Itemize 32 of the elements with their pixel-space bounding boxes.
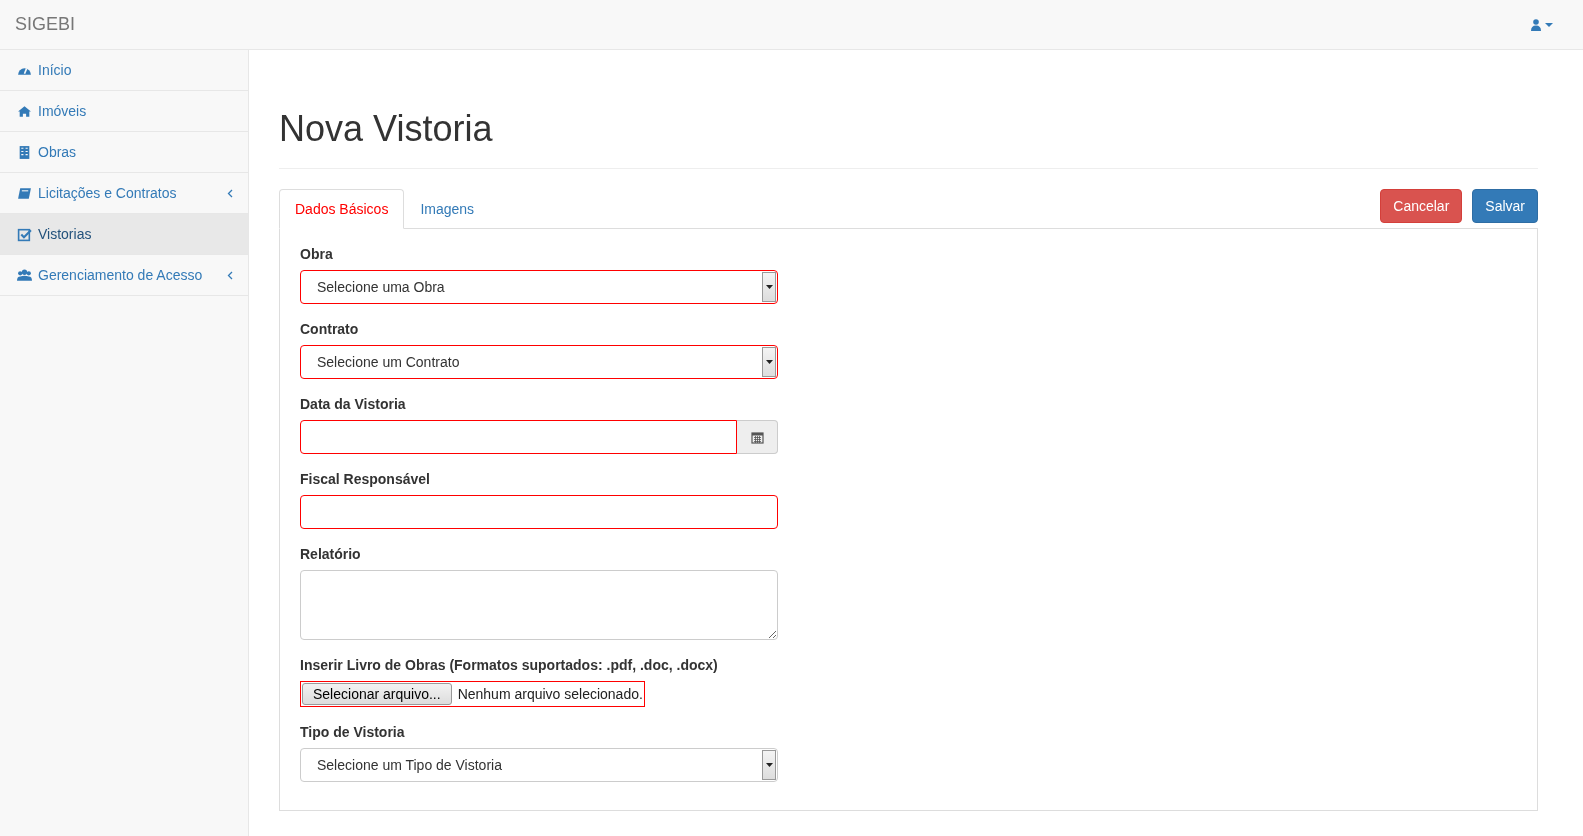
- book-icon: [17, 185, 32, 201]
- brand-name[interactable]: SIGEBI: [15, 14, 76, 35]
- calendar-icon: [750, 430, 764, 444]
- field-label: Obra: [300, 246, 334, 262]
- field-label: Data da Vistoria: [300, 396, 407, 412]
- sidebar-item[interactable]: Início: [0, 50, 248, 91]
- select-field[interactable]: Selecione um Tipo de Vistoria: [300, 748, 778, 782]
- field-label: Inserir Livro de Obras (Formatos suportados: .pdf, .doc, .docx): [300, 657, 719, 673]
- file-input-field[interactable]: Selecionar arquivo... Nenhum arquivo selecionado.: [300, 681, 645, 707]
- date-input-field[interactable]: [300, 420, 737, 454]
- field-label: Contrato: [300, 321, 360, 337]
- field-label: Relatório: [300, 546, 362, 562]
- sidebar-item[interactable]: Obras: [0, 132, 248, 173]
- sidebar-item[interactable]: Imóveis: [0, 91, 248, 132]
- sidebar-item[interactable]: Gerenciamento de Acesso: [0, 255, 248, 296]
- select-field[interactable]: Selecione uma Obra: [300, 270, 778, 304]
- calendar-button[interactable]: [737, 420, 778, 454]
- users-icon: [17, 267, 32, 283]
- tab[interactable]: Dados Básicos: [279, 189, 405, 229]
- building-icon: [17, 144, 32, 160]
- checkbox-icon: [17, 226, 32, 242]
- sidebar-item[interactable]: Vistorias: [0, 214, 248, 255]
- field-label: Fiscal Responsável: [300, 471, 431, 487]
- house-icon: [17, 103, 32, 119]
- save-button[interactable]: Salvar: [1472, 189, 1538, 223]
- cancel-button[interactable]: Cancelar: [1380, 189, 1463, 223]
- page-title: Nova Vistoria: [279, 50, 1538, 169]
- text-input-field[interactable]: [300, 495, 778, 529]
- textarea-field[interactable]: [300, 570, 778, 640]
- select-field[interactable]: Selecione um Contrato: [300, 345, 778, 379]
- tab[interactable]: Imagens: [404, 189, 491, 229]
- field-label: Tipo de Vistoria: [300, 724, 406, 740]
